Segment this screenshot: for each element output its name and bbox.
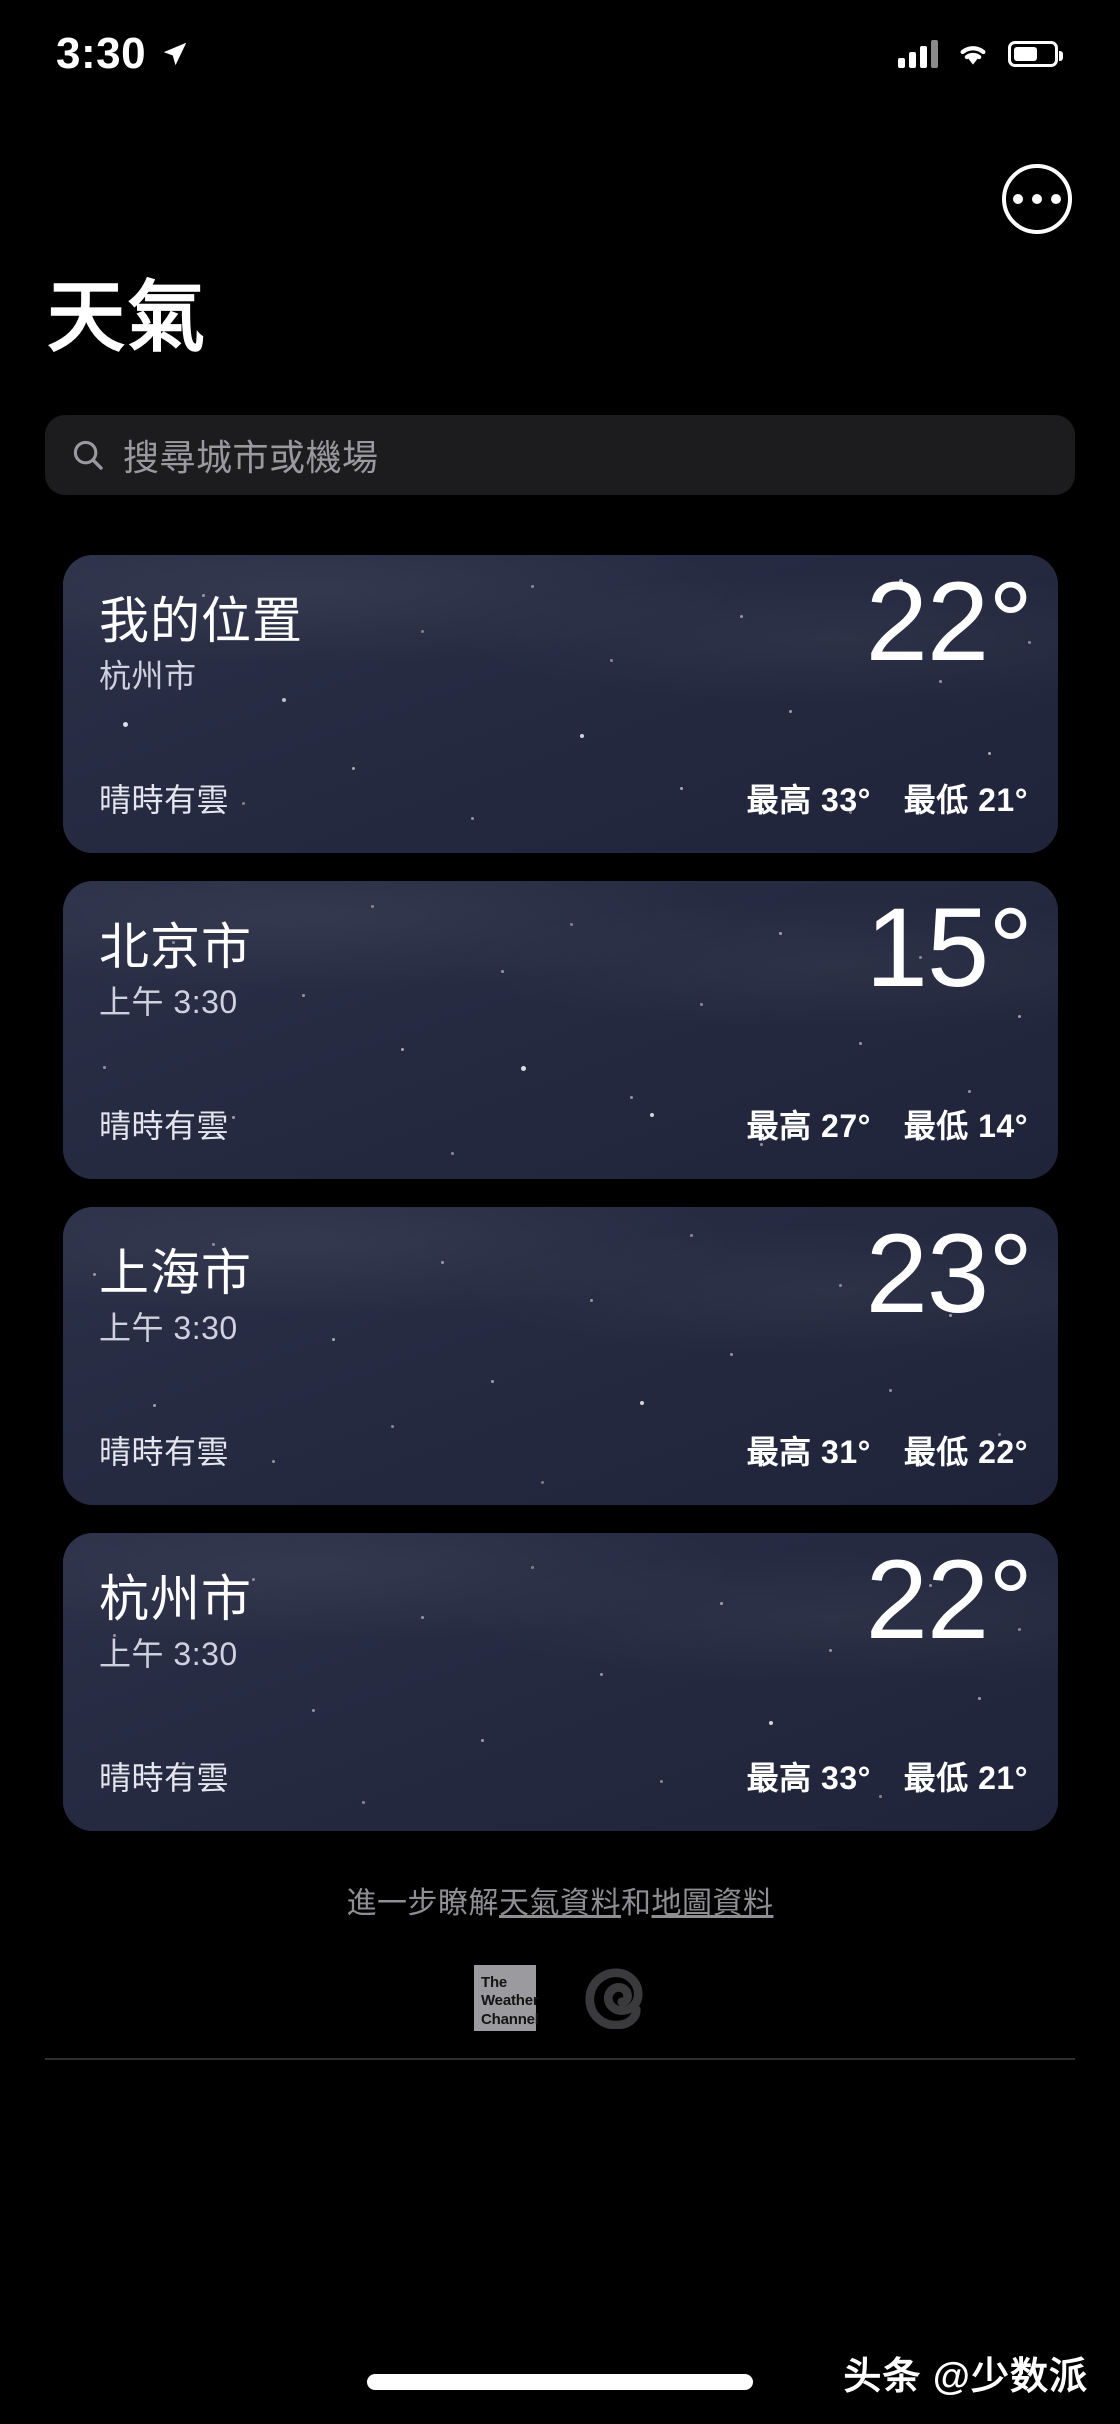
city-card[interactable]: 上海市 上午 3:30 晴時有雲 23° 最高 31° 最低 22°: [63, 1207, 1058, 1505]
battery-icon: [1008, 41, 1063, 67]
weather-channel-logo-line1: The: [481, 1974, 508, 1991]
high-low-temperature: 最高 33° 最低 21°: [747, 775, 1028, 821]
city-card[interactable]: 杭州市 上午 3:30 晴時有雲 22° 最高 33° 最低 21°: [63, 1533, 1058, 1831]
city-name: 我的位置: [99, 593, 303, 649]
low-temperature: 最低 22°: [903, 1434, 1028, 1470]
weather-channel-logo: The Weather Channel: [474, 1965, 539, 2031]
weather-channel-logo-line3: Channel: [481, 2010, 539, 2028]
ellipsis-dot-icon: [1032, 194, 1042, 204]
city-card-list: 我的位置 杭州市 晴時有雲 22° 最高 33° 最低 21° 北京市 上午 3…: [63, 555, 1058, 1859]
city-subtitle: 杭州市: [99, 658, 197, 694]
weather-channel-logo-line2: Weather: [481, 1992, 539, 2010]
ellipsis-dot-icon: [1051, 194, 1061, 204]
current-temperature: 22°: [865, 1537, 1033, 1662]
wifi-icon: [960, 46, 986, 65]
current-temperature: 23°: [865, 1211, 1033, 1336]
watermark: 头条 @少数派: [843, 2356, 1088, 2398]
cellular-bars-icon: [898, 40, 938, 68]
home-indicator[interactable]: [367, 2374, 753, 2390]
weather-condition: 晴時有雲: [99, 782, 230, 818]
status-bar-right: [898, 40, 1063, 68]
city-card[interactable]: 北京市 上午 3:30 晴時有雲 15° 最高 27° 最低 14°: [63, 881, 1058, 1179]
map-data-link[interactable]: 地圖資料: [652, 1887, 774, 1920]
status-bar-time: 3:30: [56, 29, 147, 78]
current-temperature: 15°: [865, 885, 1033, 1010]
search-icon: [73, 440, 103, 470]
city-name: 上海市: [99, 1245, 252, 1301]
card-content: 我的位置 杭州市 晴時有雲 22° 最高 33° 最低 21°: [63, 555, 1058, 853]
status-bar-left: 3:30: [56, 29, 190, 79]
city-card[interactable]: 我的位置 杭州市 晴時有雲 22° 最高 33° 最低 21°: [63, 555, 1058, 853]
more-options-button[interactable]: [1002, 164, 1072, 234]
low-temperature: 最低 21°: [903, 1760, 1028, 1796]
city-subtitle: 上午 3:30: [99, 1310, 238, 1346]
footer-note: 進一步瞭解天氣資料和地圖資料: [0, 1878, 1120, 1922]
city-name: 北京市: [99, 919, 252, 975]
city-subtitle: 上午 3:30: [99, 984, 238, 1020]
location-arrow-icon: [163, 42, 187, 66]
footer-divider: [45, 2058, 1075, 2060]
footer-note-middle: 和: [621, 1887, 652, 1920]
card-content: 杭州市 上午 3:30 晴時有雲 22° 最高 33° 最低 21°: [63, 1533, 1058, 1831]
high-low-temperature: 最高 33° 最低 21°: [747, 1753, 1028, 1799]
footer-note-prefix: 進一步瞭解: [346, 1887, 499, 1920]
high-temperature: 最高 31°: [746, 1434, 871, 1470]
high-low-temperature: 最高 31° 最低 22°: [747, 1427, 1028, 1473]
card-content: 北京市 上午 3:30 晴時有雲 15° 最高 27° 最低 14°: [63, 881, 1058, 1179]
page-title: 天氣: [47, 273, 208, 361]
current-temperature: 22°: [865, 559, 1033, 684]
low-temperature: 最低 21°: [903, 782, 1028, 818]
ellipsis-dot-icon: [1013, 194, 1023, 204]
weather-data-link[interactable]: 天氣資料: [499, 1887, 621, 1920]
card-content: 上海市 上午 3:30 晴時有雲 23° 最高 31° 最低 22°: [63, 1207, 1058, 1505]
search-placeholder: 搜尋城市或機場: [123, 437, 379, 478]
search-input[interactable]: 搜尋城市或機場: [45, 415, 1075, 495]
footer-logos: The Weather Channel: [0, 1965, 1120, 2031]
weather-condition: 晴時有雲: [99, 1760, 230, 1796]
weather-condition: 晴時有雲: [99, 1434, 230, 1470]
high-temperature: 最高 27°: [746, 1108, 871, 1144]
low-temperature: 最低 14°: [903, 1108, 1028, 1144]
high-temperature: 最高 33°: [746, 1760, 871, 1796]
city-name: 杭州市: [99, 1571, 252, 1627]
high-low-temperature: 最高 27° 最低 14°: [747, 1101, 1028, 1147]
high-temperature: 最高 33°: [746, 782, 871, 818]
status-bar: 3:30: [0, 0, 1120, 108]
spiral-logo-icon: [585, 1968, 643, 2029]
city-subtitle: 上午 3:30: [99, 1636, 238, 1672]
weather-condition: 晴時有雲: [99, 1108, 230, 1144]
